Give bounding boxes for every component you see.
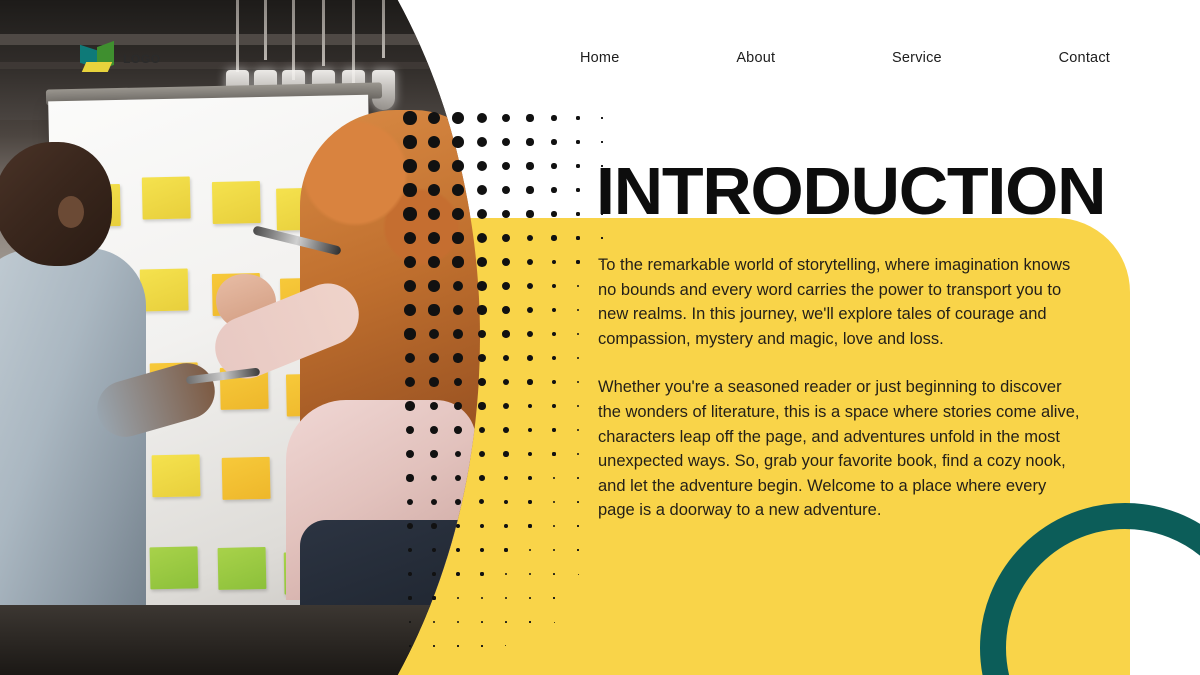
halftone-dot: [551, 115, 557, 121]
photo-person-left-head: [0, 142, 112, 266]
halftone-dot: [551, 211, 557, 217]
site-header: LOGO Home About Service Contact: [0, 0, 1200, 108]
halftone-dot: [501, 137, 511, 147]
page-title: INTRODUCTION: [596, 153, 1106, 229]
halftone-dot: [526, 162, 534, 170]
halftone-dot: [551, 163, 557, 169]
halftone-dot: [501, 113, 511, 123]
primary-nav: Home About Service Contact: [580, 50, 1200, 66]
halftone-dot: [551, 139, 557, 145]
halftone-dot: [526, 210, 534, 218]
halftone-dot: [576, 164, 580, 168]
halftone-dot: [601, 141, 603, 143]
photo-floor: [0, 605, 470, 675]
intro-paragraph-1: To the remarkable world of storytelling,…: [598, 256, 1071, 348]
intro-paragraph-2: Whether you're a seasoned reader or just…: [598, 378, 1080, 520]
halftone-dot: [576, 116, 580, 120]
nav-item-home[interactable]: Home: [580, 50, 619, 66]
halftone-dot: [501, 161, 511, 171]
halftone-dot: [576, 188, 580, 192]
logo-label: LOGO: [123, 52, 161, 66]
logo[interactable]: LOGO: [80, 40, 161, 74]
slide-canvas: LOGO Home About Service Contact INTRODUC…: [0, 0, 1200, 675]
halftone-dot: [576, 140, 580, 144]
halftone-dot: [476, 112, 488, 124]
halftone-dot: [501, 185, 511, 195]
halftone-dot: [551, 187, 557, 193]
halftone-dot: [526, 186, 534, 194]
cube-logo-icon: [80, 40, 114, 74]
halftone-dot: [576, 212, 580, 216]
intro-copy: To the remarkable world of storytelling,…: [598, 253, 1080, 523]
nav-item-about[interactable]: About: [736, 50, 775, 66]
halftone-dot: [601, 117, 603, 119]
halftone-dot: [526, 138, 534, 146]
halftone-dot: [526, 114, 534, 122]
photo-person-left-ear: [58, 196, 84, 228]
nav-item-service[interactable]: Service: [892, 50, 942, 66]
nav-item-contact[interactable]: Contact: [1059, 50, 1110, 66]
